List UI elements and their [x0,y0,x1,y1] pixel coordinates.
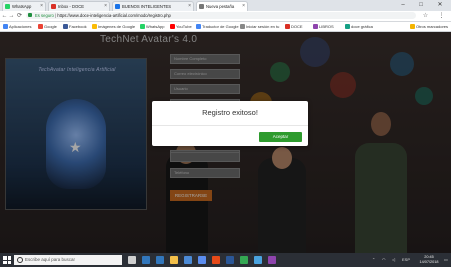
lock-icon [28,13,32,17]
task-view-icon[interactable] [142,256,150,264]
tab-buenos-inteligentes[interactable]: BUENOS INTELIGENTES × [112,1,194,11]
search-icon [17,257,23,263]
star-icon[interactable]: ☆ [422,12,429,20]
divider [152,125,308,126]
search-placeholder: Escribe aquí para buscar [25,257,76,262]
bookmark-otros[interactable]: Otros marcadores [410,22,448,31]
address-bar[interactable]: Es seguro | https://www.doce-inteligenci… [26,12,416,19]
bookmark-google[interactable]: Google [38,22,57,31]
url-text: https://www.doce-inteligencia-artificial… [57,13,171,18]
close-icon[interactable]: × [104,2,107,11]
page-content: TechNet Avatar's 4.0 TechAvatar Intelige… [0,32,451,253]
back-button[interactable]: ← [1,12,8,20]
menu-icon[interactable]: ⋮ [438,12,445,20]
mail-icon[interactable] [198,256,206,264]
google-icon [38,24,43,29]
minimize-button[interactable]: – [396,0,410,11]
reload-button[interactable]: ⟳ [16,12,23,20]
tab-whatsapp[interactable]: WhatsApp × [2,1,46,11]
file-explorer-icon[interactable] [170,256,178,264]
clock[interactable]: 20:45 14/07/2018 [418,255,440,265]
microphone-icon[interactable] [128,256,136,264]
tab-label: WhatsApp [12,4,32,9]
bookmark-whatsapp[interactable]: WhatsApp [140,22,164,31]
bookmark-libros[interactable]: LIBROS [313,22,334,31]
tab-new[interactable]: Nueva pestaña × [196,1,248,11]
tab-inbox[interactable]: Inbox - DOCE × [48,1,110,11]
accept-button[interactable]: Aceptar [259,132,302,142]
chrome-icon[interactable] [240,256,248,264]
page-icon [115,4,120,9]
page-icon [313,24,318,29]
page-icon [285,24,290,29]
tab-label: Nueva pestaña [206,4,235,9]
edge-icon[interactable] [156,256,164,264]
bookmark-doce[interactable]: DOCE [285,22,303,31]
clock-date: 14/07/2018 [419,260,439,264]
close-icon[interactable]: × [188,2,191,11]
mail-icon [51,4,56,9]
word-icon[interactable] [226,256,234,264]
dialog-message: Registro exitoso! [202,108,258,117]
store-icon[interactable] [184,256,192,264]
folder-icon [410,24,415,29]
close-icon[interactable]: × [40,2,43,11]
bookmark-youtube[interactable]: YouTube [170,22,192,31]
volume-icon[interactable]: ◁ [392,253,395,267]
apps-icon [3,24,8,29]
notifications-icon[interactable]: ▭ [444,253,448,267]
office-icon[interactable] [212,256,220,264]
close-icon[interactable]: × [242,2,245,11]
tab-label: Inbox - DOCE [58,4,85,9]
bookmark-traductor[interactable]: Traductor de Google [196,22,239,31]
windows-start-icon[interactable] [3,256,11,264]
page-icon [199,4,204,9]
secure-label: Es seguro [35,13,54,18]
images-icon [92,24,97,29]
photos-icon[interactable] [254,256,262,264]
whatsapp-icon [5,4,10,9]
bookmark-facebook[interactable]: Facebook [63,22,87,31]
wifi-icon[interactable]: ◠ [382,253,386,267]
maximize-button[interactable]: □ [414,0,428,11]
taskbar-search-box[interactable]: Escribe aquí para buscar [14,255,122,265]
bookmark-doce-grafica[interactable]: doce gráfica [345,22,373,31]
forward-button[interactable]: → [8,12,15,20]
browser-nav-bar: ← → ⟳ Es seguro | https://www.doce-intel… [0,11,451,22]
close-window-button[interactable]: ✕ [433,0,447,11]
bookmarks-bar: Aplicaciones Google Facebook Imágenes de… [0,22,451,32]
browser-tab-bar: WhatsApp × Inbox - DOCE × BUENOS INTELIG… [0,0,451,11]
translate-icon [196,24,201,29]
page-icon [240,24,245,29]
youtube-icon [170,24,175,29]
bookmark-aplicaciones[interactable]: Aplicaciones [3,22,31,31]
media-icon[interactable] [268,256,276,264]
bookmark-imagenes[interactable]: Imágenes de Google [92,22,135,31]
taskbar: Escribe aquí para buscar ⌃ ◠ ◁ ESP 20:45… [0,253,451,267]
language-indicator[interactable]: ESP [402,253,410,267]
success-dialog: Registro exitoso! Aceptar [152,101,308,146]
bookmark-iniciar-sesion[interactable]: Iniciar sesión en tu [240,22,279,31]
tab-label: BUENOS INTELIGENTES [122,4,172,9]
page-icon [345,24,350,29]
facebook-icon [63,24,68,29]
network-icon[interactable]: ⌃ [372,253,375,267]
whatsapp-icon [140,24,145,29]
